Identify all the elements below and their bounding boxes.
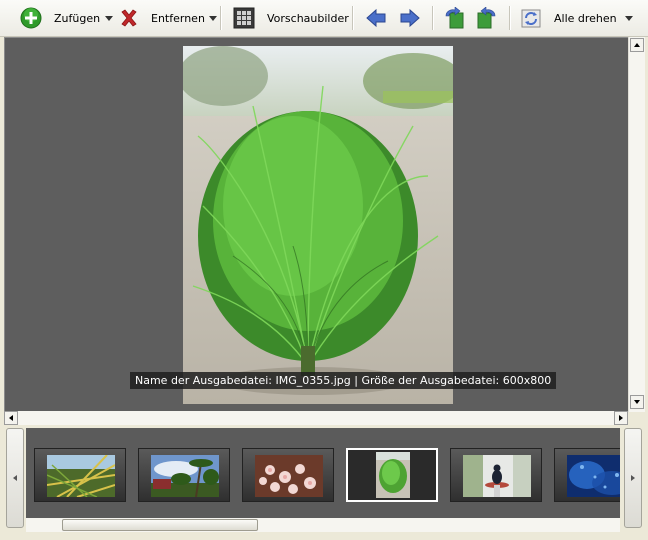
scroll-down-button[interactable] bbox=[630, 395, 644, 409]
thumbnail-item[interactable] bbox=[450, 448, 542, 502]
remove-label: Entfernen bbox=[151, 11, 205, 25]
arrow-right-icon bbox=[399, 7, 421, 29]
scroll-right-button[interactable] bbox=[614, 411, 628, 425]
thumbnail-scrollbar[interactable] bbox=[26, 518, 620, 532]
grid-view-icon bbox=[233, 7, 255, 29]
thumbnail-list bbox=[26, 428, 620, 518]
strip-scroll-left-button[interactable] bbox=[6, 428, 24, 528]
arrow-left-icon bbox=[13, 475, 17, 481]
thumbnail-item[interactable] bbox=[34, 448, 126, 502]
rotate-all-icon bbox=[520, 7, 542, 29]
rotate-all-button[interactable]: Alle drehen bbox=[520, 4, 633, 32]
chevron-down-icon bbox=[208, 15, 217, 21]
arrow-right-icon bbox=[619, 415, 623, 421]
thumbnail-strip bbox=[4, 428, 644, 534]
thumbnails-button[interactable]: Vorschaubilder bbox=[233, 4, 349, 32]
add-button[interactable]: Zufügen bbox=[20, 4, 100, 32]
remove-button[interactable]: Entfernen bbox=[118, 4, 217, 32]
previous-button[interactable] bbox=[365, 4, 387, 32]
remove-icon bbox=[118, 7, 140, 29]
green-plant-thumbnail bbox=[376, 452, 410, 498]
palm-leaf-thumbnail bbox=[46, 454, 116, 498]
next-button[interactable] bbox=[399, 4, 421, 32]
toolbar: Zufügen Entfernen Vorschaubilder Alle dr… bbox=[0, 0, 648, 37]
arrow-right-icon bbox=[631, 475, 635, 481]
thumbnail-item[interactable] bbox=[242, 448, 334, 502]
scroll-left-button[interactable] bbox=[4, 411, 18, 425]
thumbnails-label: Vorschaubilder bbox=[267, 11, 349, 25]
rotate-right-icon bbox=[476, 6, 498, 29]
image-viewer: Name der Ausgabedatei: IMG_0355.jpg | Gr… bbox=[4, 37, 630, 412]
blue-water-thumbnail bbox=[567, 455, 620, 497]
bird-thumbnail bbox=[463, 455, 531, 497]
thumbnail-scrollbar-handle[interactable] bbox=[62, 519, 258, 531]
thumbnail-item-selected[interactable] bbox=[346, 448, 438, 502]
scroll-up-button[interactable] bbox=[630, 38, 644, 52]
arrow-up-icon bbox=[634, 43, 640, 47]
preview-image bbox=[183, 46, 453, 404]
pink-flowers-thumbnail bbox=[255, 455, 323, 497]
strip-scroll-right-button[interactable] bbox=[624, 428, 642, 528]
add-label: Zufügen bbox=[54, 11, 101, 25]
thumbnail-item[interactable] bbox=[138, 448, 230, 502]
rotate-right-button[interactable] bbox=[476, 4, 498, 32]
rotate-all-label: Alle drehen bbox=[554, 11, 617, 25]
arrow-down-icon bbox=[634, 400, 640, 404]
arrow-left-icon bbox=[365, 7, 387, 29]
chevron-down-icon bbox=[105, 15, 113, 21]
chevron-down-icon bbox=[624, 15, 633, 21]
arrow-left-icon bbox=[9, 415, 13, 421]
rotate-left-button[interactable] bbox=[443, 4, 465, 32]
add-dropdown-arrow[interactable] bbox=[105, 4, 113, 32]
output-file-caption: Name der Ausgabedatei: IMG_0355.jpg | Gr… bbox=[130, 372, 557, 389]
horizontal-scrollbar[interactable] bbox=[4, 411, 628, 425]
thumbnail-item[interactable] bbox=[554, 448, 620, 502]
palm-trees-sky-thumbnail bbox=[151, 455, 219, 498]
rotate-left-icon bbox=[443, 6, 465, 29]
add-icon bbox=[20, 7, 42, 29]
vertical-scrollbar[interactable] bbox=[628, 37, 645, 412]
